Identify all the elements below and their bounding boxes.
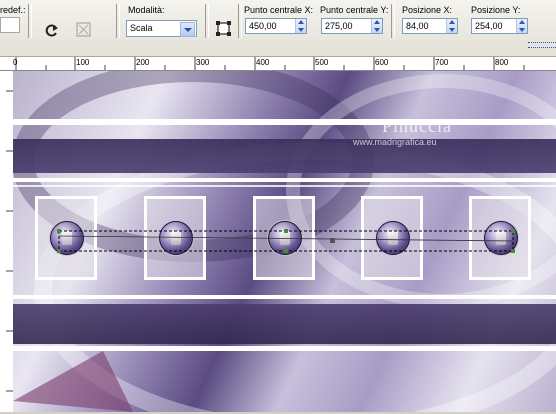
- spin-arrows-icon[interactable]: [295, 19, 306, 33]
- ruler-label: 100: [76, 58, 90, 67]
- mode-select-value: Scala: [130, 23, 153, 33]
- ruler-label: 500: [315, 58, 329, 67]
- pos-x-input[interactable]: 84,00: [402, 18, 458, 34]
- tool-options-bar: redef.: Modalità: Scala Punto centrale X…: [0, 0, 556, 57]
- center-y-label: Punto centrale Y:: [320, 5, 389, 15]
- image-canvas[interactable]: Pinuccia www.madrigrafica.eu: [13, 71, 556, 412]
- chevron-down-icon[interactable]: [180, 22, 195, 37]
- center-x-value: 450,00: [249, 21, 277, 31]
- preset-label: redef.:: [0, 5, 26, 15]
- resize-handle[interactable]: [57, 249, 61, 253]
- separator: [391, 4, 395, 38]
- rotation-handle[interactable]: [330, 238, 335, 243]
- vertical-ruler: [0, 71, 14, 412]
- pos-x-value: 84,00: [406, 21, 429, 31]
- resize-handle[interactable]: [511, 229, 515, 233]
- ruler-label: 600: [375, 58, 389, 67]
- spin-arrows-icon[interactable]: [371, 19, 382, 33]
- ruler-label: 400: [256, 58, 270, 67]
- resize-handle[interactable]: [284, 249, 288, 253]
- pos-y-label: Posizione Y:: [471, 5, 521, 15]
- center-x-input[interactable]: 450,00: [245, 18, 307, 34]
- pos-x-label: Posizione X:: [402, 5, 453, 15]
- resize-handle[interactable]: [284, 229, 288, 233]
- separator: [205, 4, 209, 38]
- ruler-label: 700: [435, 58, 449, 67]
- center-x-label: Punto centrale X:: [244, 5, 314, 15]
- separator: [28, 4, 32, 38]
- ruler-ticks: [6, 90, 13, 392]
- spin-arrows-icon[interactable]: [446, 19, 457, 33]
- center-y-input[interactable]: 275,00: [321, 18, 383, 34]
- center-y-value: 275,00: [325, 21, 353, 31]
- select-handle-button[interactable]: [214, 19, 234, 39]
- select-handle-icon: [216, 21, 231, 36]
- horizontal-ruler: 0 100 200 300 400 500 600 700 800: [0, 57, 556, 71]
- ruler-label: 800: [495, 58, 509, 67]
- resize-handle[interactable]: [511, 249, 515, 253]
- separator: [116, 4, 120, 38]
- reset-button[interactable]: [42, 20, 62, 40]
- mode-label: Modalità:: [128, 5, 165, 15]
- separator: [238, 4, 242, 38]
- preset-dropdown[interactable]: [0, 17, 20, 33]
- selection-box: [57, 229, 515, 253]
- pos-y-input[interactable]: 254,00: [471, 18, 528, 34]
- toolbar-grip[interactable]: [528, 42, 556, 48]
- resize-handle[interactable]: [57, 229, 61, 233]
- ruler-label: 200: [136, 58, 150, 67]
- ruler-label: 0: [13, 58, 18, 67]
- spin-arrows-icon[interactable]: [516, 19, 527, 33]
- pick-tool-icon: [76, 22, 91, 37]
- pos-y-value: 254,00: [475, 21, 503, 31]
- reset-icon: [45, 24, 58, 37]
- mode-select[interactable]: Scala: [126, 20, 197, 37]
- ruler-label: 300: [196, 58, 210, 67]
- pick-tool-button[interactable]: [74, 20, 94, 40]
